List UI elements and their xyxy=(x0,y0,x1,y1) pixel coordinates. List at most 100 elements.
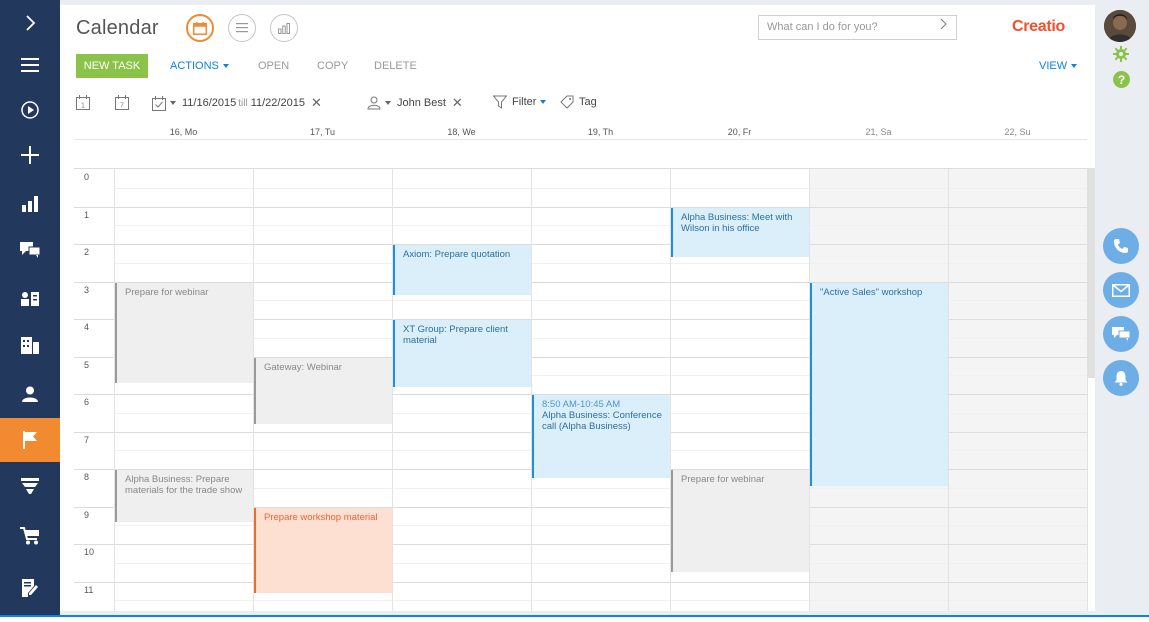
calendar-grid[interactable]: 0 1 2 3 4 5 6 7 8 9 10 11 Prepare for webinar Alpha B… xyxy=(74,168,1088,611)
hour-line xyxy=(74,206,1087,208)
hour-label: 4 xyxy=(84,322,90,332)
event-title: Axiom: Prepare quotation xyxy=(403,249,511,260)
hour-label: 3 xyxy=(84,284,90,295)
help-icon[interactable]: ? xyxy=(1113,71,1130,93)
document-edit-icon xyxy=(22,578,38,597)
calendar-view-button[interactable] xyxy=(186,14,214,42)
filter-label: Filter xyxy=(512,96,537,108)
notifications-button[interactable] xyxy=(1103,360,1139,396)
nav-accounts[interactable] xyxy=(0,327,60,364)
email-button[interactable] xyxy=(1103,272,1139,308)
date-to: 11/22/2015 xyxy=(250,97,305,109)
calendar-event[interactable]: Prepare for webinar xyxy=(671,470,809,573)
list-view-button[interactable] xyxy=(228,14,256,42)
filter-menu[interactable]: Filter xyxy=(493,95,547,109)
left-navigation xyxy=(0,0,60,615)
nav-feed[interactable] xyxy=(0,231,60,268)
grid-scrollbar[interactable] xyxy=(1087,168,1095,378)
open-button[interactable]: OPEN xyxy=(258,60,289,72)
event-title: Gateway: Webinar xyxy=(264,361,342,373)
new-task-button[interactable]: NEW TASK xyxy=(76,54,148,78)
email-icon xyxy=(1112,283,1130,297)
period-day-button[interactable]: 1 xyxy=(76,95,90,110)
bell-icon xyxy=(1114,371,1128,386)
hour-line xyxy=(74,544,1087,545)
caret-down-icon xyxy=(540,100,547,104)
day-header[interactable]: 19, Th xyxy=(531,127,670,137)
avatar[interactable] xyxy=(1104,10,1136,42)
nav-run[interactable] xyxy=(0,91,60,128)
gear-icon[interactable] xyxy=(1113,46,1129,67)
tag-button[interactable]: Tag xyxy=(560,95,597,109)
owner-filter[interactable]: John Best ✕ xyxy=(367,95,463,111)
view-menu[interactable]: VIEW xyxy=(1039,60,1078,72)
event-time: 8:50 AM-10:45 AM xyxy=(542,399,621,410)
calendar-event[interactable]: Axiom: Prepare quotation xyxy=(393,245,531,295)
nav-documents[interactable] xyxy=(0,569,60,606)
hour-label: 10 xyxy=(84,547,95,557)
tag-label: Tag xyxy=(579,96,597,108)
half-hour-line xyxy=(114,187,1087,189)
building-icon xyxy=(21,337,39,354)
date-from: 11/16/2015 xyxy=(182,97,237,109)
day-header[interactable]: 21, Sa xyxy=(809,127,948,137)
calendar-event[interactable]: XT Group: Prepare client material xyxy=(393,320,531,387)
nav-orders[interactable] xyxy=(0,517,60,554)
caret-down-icon xyxy=(170,101,176,105)
nav-funnel[interactable] xyxy=(0,467,60,504)
day-header[interactable]: 20, Fr xyxy=(670,127,809,137)
till-label: till xyxy=(238,97,248,109)
chevron-right-icon[interactable] xyxy=(940,18,952,36)
nav-dashboards[interactable] xyxy=(0,185,60,222)
event-title: Prepare workshop material xyxy=(264,511,378,523)
hour-label: 8 xyxy=(84,472,90,482)
half-hour-line xyxy=(114,600,1087,602)
delete-button[interactable]: DELETE xyxy=(374,60,417,72)
nav-menu[interactable] xyxy=(0,46,60,83)
chat-icon xyxy=(20,241,40,258)
day-header[interactable]: 22, Su xyxy=(948,127,1087,137)
period-range-filter[interactable]: 11/16/2015 till 11/22/2015 ✕ xyxy=(152,95,322,111)
nav-add[interactable] xyxy=(0,136,60,173)
clear-owner-icon[interactable]: ✕ xyxy=(452,95,463,111)
calendar-event[interactable]: Gateway: Webinar xyxy=(254,357,392,424)
calendar-event[interactable]: Prepare workshop material xyxy=(254,507,392,593)
main-panel: Calendar What can I do for you? Creatio … xyxy=(60,5,1095,611)
calendar-day-icon: 1 xyxy=(76,95,90,110)
creatio-logo: Creatio xyxy=(1012,18,1066,35)
day-header[interactable]: 17, Tu xyxy=(253,127,392,137)
day-column-divider xyxy=(392,169,393,611)
chevron-right-icon xyxy=(26,14,36,31)
calendar-event[interactable]: 8:50 AM-10:45 AM Alpha Business: Conferen… xyxy=(532,395,670,479)
period-week-button[interactable]: 7 xyxy=(115,95,129,110)
hour-label: 1 xyxy=(84,209,90,220)
analytics-view-button[interactable] xyxy=(270,14,298,42)
calendar-event[interactable]: "Active Sales" workshop xyxy=(810,282,948,486)
event-title: Alpha Business: Meet with Wilson in his … xyxy=(681,211,793,234)
day-column-divider xyxy=(531,169,532,611)
search-input[interactable]: What can I do for you? xyxy=(758,15,957,40)
nav-contacts[interactable] xyxy=(0,280,60,317)
calendar-week-icon: 7 xyxy=(115,95,129,110)
phone-button[interactable] xyxy=(1103,228,1139,264)
clear-period-icon[interactable]: ✕ xyxy=(311,95,322,111)
calendar-event[interactable]: Alpha Business: Meet with Wilson in his … xyxy=(671,207,809,258)
bar-chart-icon xyxy=(278,22,290,34)
actions-menu[interactable]: ACTIONS xyxy=(170,60,229,72)
funnel-outline-icon xyxy=(493,95,507,109)
view-label: VIEW xyxy=(1039,60,1068,72)
hour-line xyxy=(74,581,1087,583)
bottom-border xyxy=(0,615,1149,622)
calendar-event[interactable]: Alpha Business: Prepare materials for th… xyxy=(115,470,253,522)
plus-icon xyxy=(21,145,39,164)
nav-activities[interactable] xyxy=(0,418,60,462)
chat-icon xyxy=(1112,326,1130,341)
day-header[interactable]: 16, Mo xyxy=(114,127,253,137)
calendar-event[interactable]: Prepare for webinar xyxy=(115,282,253,383)
day-header[interactable]: 18, We xyxy=(392,127,531,137)
nav-users[interactable] xyxy=(0,375,60,412)
tag-icon xyxy=(560,95,574,109)
nav-expand[interactable] xyxy=(0,4,60,41)
chat-button[interactable] xyxy=(1103,316,1139,352)
copy-button[interactable]: COPY xyxy=(317,60,348,72)
